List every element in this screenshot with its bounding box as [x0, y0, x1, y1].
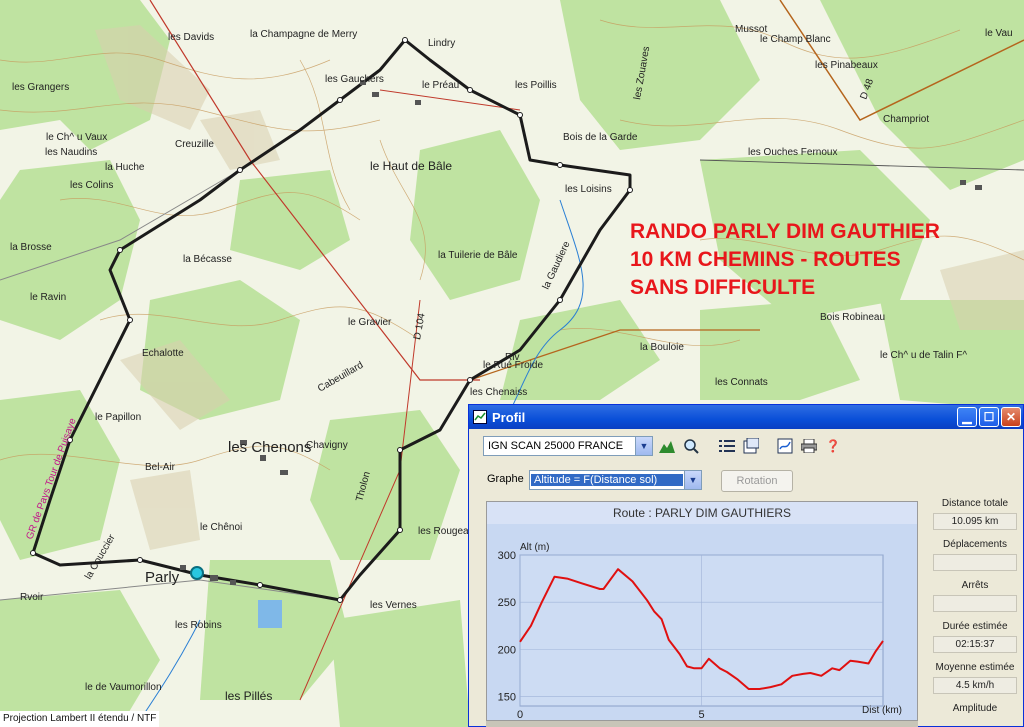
place-name: la Bécasse	[183, 254, 232, 265]
place-name: le Gravier	[348, 317, 392, 328]
place-name: les Ouches Fernoux	[748, 147, 838, 158]
window-titlebar[interactable]: Profil ▁ ☐ ✕	[469, 405, 1023, 429]
distance-value: 10.095 km	[933, 513, 1017, 530]
x-tick-label: 0	[517, 709, 523, 720]
zoom-icon[interactable]	[681, 436, 701, 456]
place-name: la Bouloie	[640, 342, 684, 353]
place-name: Echalotte	[142, 348, 184, 359]
print-icon[interactable]	[799, 436, 819, 456]
rotation-button[interactable]: Rotation	[721, 470, 793, 492]
start-point-marker[interactable]	[190, 566, 204, 580]
graph-type-value: Altitude = F(Distance sol)	[531, 474, 683, 486]
projection-label: Projection Lambert II étendu / NTF	[0, 711, 160, 727]
place-name: le Ch^ u de Talin F^	[880, 350, 967, 361]
arrets-value	[933, 595, 1017, 612]
duree-label: Durée estimée	[942, 621, 1008, 632]
amplitude-label: Amplitude	[952, 703, 998, 714]
place-name: la Huche	[105, 162, 145, 173]
close-icon[interactable]: ✕	[1001, 407, 1021, 427]
chevron-down-icon[interactable]: ▼	[684, 471, 701, 489]
properties-icon[interactable]	[741, 436, 761, 456]
export-icon[interactable]	[775, 436, 795, 456]
place-name: Lindry	[428, 38, 455, 49]
place-name: les Vernes	[370, 600, 417, 611]
deplacements-value	[933, 554, 1017, 571]
place-name: les Poillis	[515, 80, 557, 91]
place-name: le Champ Blanc	[760, 34, 831, 45]
place-name: les Chenaiss	[470, 387, 527, 398]
place-name: les Naudins	[45, 147, 97, 158]
place-name: les Gauchers	[325, 74, 384, 85]
y-axis-label: Alt (m)	[520, 542, 549, 553]
elevation-plot: 150 200 250 300 0 5 Alt (m) Dist (km)	[487, 524, 917, 720]
place-name: les Grangers	[12, 82, 69, 93]
place-name: le Chênoi	[200, 522, 242, 533]
place-name: les Pillés	[225, 689, 272, 703]
place-name: les Colins	[70, 180, 113, 191]
window-bottom-strip	[486, 721, 918, 727]
place-name: Bel-Air	[145, 462, 176, 473]
y-tick-label: 200	[498, 644, 516, 656]
place-name: les Pinabeaux	[815, 60, 878, 71]
place-name: le Ch^ u Vaux	[46, 132, 107, 143]
map-source-select[interactable]: IGN SCAN 25000 FRANCE ▼	[483, 436, 653, 456]
x-axis-label: Dist (km)	[862, 705, 902, 716]
place-name: le Préau	[422, 80, 459, 91]
graph-type-select[interactable]: Altitude = F(Distance sol) ▼	[529, 470, 702, 490]
arrets-label: Arrêts	[961, 580, 989, 591]
place-name: le de Vaumorillon	[85, 682, 162, 693]
chevron-down-icon[interactable]: ▼	[635, 437, 652, 455]
route-annotation: RANDO PARLY DIM GAUTHIER 10 KM CHEMINS -…	[630, 218, 940, 302]
place-name: Rvoir	[20, 592, 44, 603]
list-icon[interactable]	[717, 436, 737, 456]
pond	[258, 600, 282, 628]
place-name: les Connats	[715, 377, 768, 388]
maximize-icon[interactable]: ☐	[979, 407, 999, 427]
y-tick-label: 250	[498, 597, 516, 609]
distance-label: Distance totale	[941, 498, 1009, 509]
place-name: Bois Robineau	[820, 312, 885, 323]
duree-value: 02:15:37	[933, 636, 1017, 653]
place-name: les Robins	[175, 620, 222, 631]
place-name: la Tuilerie de Bâle	[438, 250, 518, 261]
chart-title: Route : PARLY DIM GAUTHIERS	[487, 502, 917, 524]
place-name: Parly	[145, 569, 180, 586]
profil-window[interactable]: Profil ▁ ☐ ✕ IGN SCAN 25000 FRANCE ▼ ❓ G…	[468, 404, 1024, 727]
y-tick-label: 300	[498, 550, 516, 562]
terrain-icon[interactable]	[657, 436, 677, 456]
x-tick-label: 5	[698, 709, 704, 720]
annotation-line: SANS DIFFICULTE	[630, 276, 816, 299]
place-name: Chavigny	[306, 440, 348, 451]
stats-panel: Distance totale 10.095 km Déplacements A…	[929, 497, 1021, 716]
y-tick-label: 150	[498, 692, 516, 704]
place-name: Bois de la Garde	[563, 132, 638, 143]
place-name: le Ravin	[30, 292, 66, 303]
help-icon[interactable]: ❓	[823, 436, 843, 456]
moyenne-value: 4.5 km/h	[933, 677, 1017, 694]
place-name: les Davids	[168, 32, 214, 43]
place-name: Riv	[505, 352, 519, 363]
chart-window-icon	[473, 410, 487, 424]
minimize-icon[interactable]: ▁	[957, 407, 977, 427]
map-source-value: IGN SCAN 25000 FRANCE	[488, 440, 624, 452]
profile-chart: Route : PARLY DIM GAUTHIERS 150 200 250 300…	[486, 501, 918, 721]
place-name: la Brosse	[10, 242, 52, 253]
place-name: le Papillon	[95, 412, 141, 423]
graphe-row: Graphe Altitude = F(Distance sol) ▼ Rota…	[469, 467, 1023, 492]
annotation-line: RANDO PARLY DIM GAUTHIER	[630, 220, 940, 243]
place-name: Champriot	[883, 114, 929, 125]
place-name: le Haut de Bâle	[370, 159, 452, 173]
deplacements-label: Déplacements	[943, 539, 1007, 550]
place-name: la Champagne de Merry	[250, 29, 357, 40]
window-title: Profil	[492, 409, 526, 425]
place-name: le Vau	[985, 28, 1013, 39]
profile-toolbar: IGN SCAN 25000 FRANCE ▼ ❓	[469, 429, 1023, 463]
annotation-line: 10 KM CHEMINS - ROUTES	[630, 248, 901, 271]
place-name: les Loisins	[565, 184, 612, 195]
place-name: les Chenons	[228, 439, 311, 456]
place-name: Creuzille	[175, 139, 214, 150]
graphe-label: Graphe	[487, 473, 524, 485]
moyenne-label: Moyenne estimée	[935, 662, 1015, 673]
